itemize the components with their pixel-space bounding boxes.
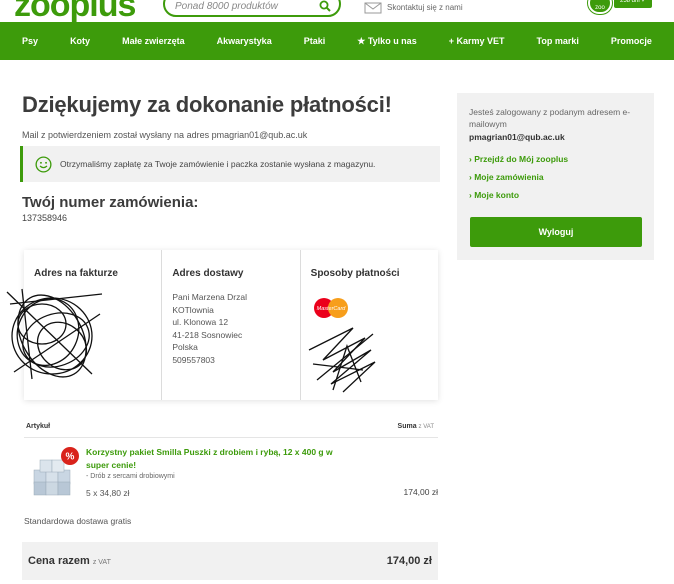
nav-item-karmy-vet[interactable]: + Karmy VET [449,36,505,46]
shipping-address-title: Adres dostawy [172,268,244,279]
sale-badge: % [66,452,75,463]
items-table-header: Artykuł Suma z VAT [24,420,438,438]
page-title: Dziękujemy za dokonanie płatności! [22,92,392,117]
main-content: Dziękujemy za dokonanie płatności! Mail … [20,92,440,223]
order-number: 137358946 [22,213,68,223]
link-my-orders[interactable]: › Moje zamówienia [469,172,642,182]
billing-address-title: Adres na fakturze [34,268,118,279]
order-details-card: Adres na fakturze Adres dostawy Pani Mar… [6,250,438,400]
search-input[interactable] [175,1,315,12]
logo[interactable]: zooplus [0,0,150,22]
shipping-address-line: ul. Klonowa 12 [172,317,229,327]
product-name-link[interactable]: Korzystny pakiet Smilla Puszki z drobiem… [86,446,336,472]
contact-label[interactable]: Skontaktuj się z nami [387,3,463,12]
top-bar: zooplus Skontaktuj się z nami zoo 258 dn… [0,0,674,22]
total-label: Cena razem z VAT [28,555,111,567]
link-my-account[interactable]: › Moje konto [469,190,642,200]
loyalty-badge[interactable]: zoo 258 dni ✓ [588,0,674,14]
badge-icon: zoo [588,0,612,14]
product-line-total: 174,00 zł [403,487,439,497]
order-number-heading: Twój numer zamówienia: [22,194,199,211]
mail-confirmation-note: Mail z potwierdzeniem został wysłany na … [22,130,308,140]
shipping-address-line: 41-218 Sosnowiec [172,329,243,340]
nav-item-koty[interactable]: Koty [70,36,90,46]
order-item-row: % Korzystny pakiet Smilla Puszki z drobi… [24,440,438,504]
account-sidebar: Jesteś zalogowany z podanym adresem e-ma… [457,93,654,260]
search-box[interactable] [163,0,341,17]
column-article: Artykuł [26,423,51,430]
redaction-scribble [6,288,103,380]
smile-icon [35,155,52,173]
nav-item-tylko-u-nas[interactable]: ★ Tylko u nas [357,36,416,47]
product-image[interactable]: % [32,446,80,496]
payment-method-title: Sposoby płatności [310,268,400,279]
main-nav: Psy Koty Małe zwierzęta Akwarystyka Ptak… [0,22,674,60]
nav-item-top-marki[interactable]: Top marki [537,36,579,46]
product-quantity-price: 5 x 34,80 zł [86,488,130,498]
nav-item-promocje[interactable]: Promocje [611,36,652,46]
link-my-zooplus[interactable]: › Przejdź do Mój zooplus [469,154,642,164]
payment-success-box: Otrzymaliśmy zapłatę za Twoje zamówienie… [20,146,440,182]
card-brand-text: MasterCard [316,306,346,312]
redaction-scribble [308,327,376,393]
search-icon[interactable] [319,0,331,12]
shipping-address-column: Adres dostawy Pani Marzena Drzal KOTlown… [162,250,301,400]
shipping-phone: 509557803 [172,354,215,365]
success-message: Otrzymaliśmy zapłatę za Twoje zamówienie… [60,159,376,169]
product-variant: - Drób z sercami drobiowymi [86,473,175,480]
shipping-address-line: Polska [172,342,198,352]
order-total-bar: Cena razem z VAT 174,00 zł [22,542,438,580]
billing-address-column: Adres na fakturze [6,250,163,400]
mail-icon [364,2,382,14]
logged-in-text: Jesteś zalogowany z podanym adresem e-ma… [469,107,631,129]
shipping-address-line: KOTlownia [172,304,214,315]
nav-item-ptaki[interactable]: Ptaki [304,36,326,46]
shipping-note: Standardowa dostawa gratis [24,516,132,526]
nav-item-akwarystyka[interactable]: Akwarystyka [217,36,272,46]
shipping-address-line: Pani Marzena Drzal [172,292,247,302]
nav-item-psy[interactable]: Psy [22,36,38,46]
total-value: 174,00 zł [386,555,432,567]
payment-method-column: Sposoby płatności MasterCard [301,250,438,400]
column-sum: Suma z VAT [397,423,434,430]
contact-link[interactable]: Skontaktuj się z nami [364,0,463,14]
logout-button[interactable]: Wyloguj [470,217,642,247]
mastercard-logo: MasterCard [313,298,348,318]
logged-in-email: pmagrian01@qub.ac.uk [469,132,565,142]
badge-label: 258 dni ✓ [614,0,653,8]
nav-item-male-zwierzeta[interactable]: Małe zwierzęta [122,36,185,46]
